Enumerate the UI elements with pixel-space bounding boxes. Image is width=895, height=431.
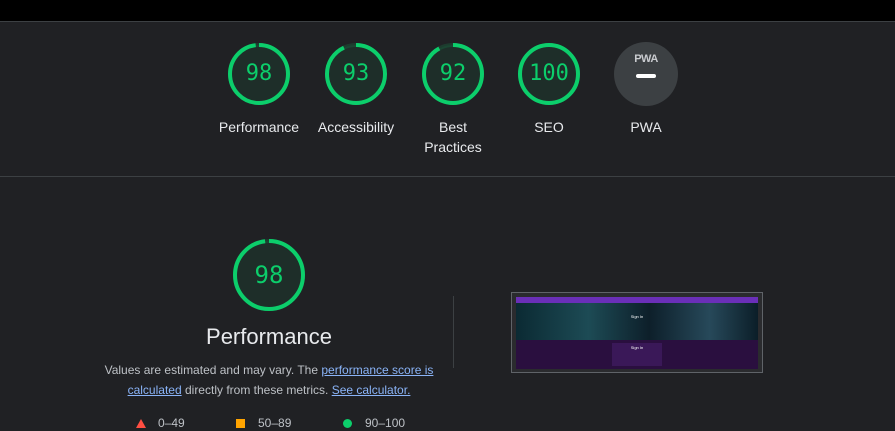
legend-label: 90–100	[365, 416, 406, 430]
score-legend: 0–49 50–89 90–100	[0, 416, 895, 431]
triangle-icon	[136, 419, 146, 428]
divider	[0, 176, 895, 177]
gauge-ring: 93	[324, 42, 388, 106]
gauge-accessibility[interactable]: 93 Accessibility	[306, 42, 406, 137]
gauge-pwa[interactable]: PWA PWA	[596, 42, 696, 137]
square-icon	[236, 419, 245, 428]
description-text: Values are estimated and may vary. The	[104, 363, 322, 377]
performance-gauge: 98	[232, 238, 306, 312]
gauge-label: Performance	[218, 119, 300, 135]
performance-score: 98	[254, 261, 284, 289]
screenshot-card-title: Sign In	[630, 345, 644, 350]
gauge-score: 100	[529, 61, 569, 86]
performance-title: Performance	[206, 324, 332, 349]
gauge-seo[interactable]: 100 SEO	[499, 42, 599, 137]
description-text: directly from these metrics.	[181, 383, 332, 397]
gauge-ring: 92	[421, 42, 485, 106]
gauge-best-practices[interactable]: 92 Best Practices	[403, 42, 503, 157]
gauge-label: Accessibility	[317, 119, 395, 135]
gauge-label: SEO	[534, 119, 564, 135]
pwa-badge-text: PWA	[634, 53, 658, 65]
dash-icon	[636, 74, 656, 78]
gauge-label: PWA	[630, 119, 662, 135]
screenshot-body: Sign In	[516, 340, 758, 369]
gauge-performance[interactable]: 98 Performance	[209, 42, 309, 137]
top-bar	[0, 0, 895, 21]
score-summary: 98 Performance 93 Accessibility 92 Best …	[0, 22, 895, 176]
final-screenshot[interactable]: Sign In Sign In	[511, 292, 763, 373]
gauge-label: Best Practices	[424, 119, 482, 155]
gauge-score: 92	[439, 61, 467, 86]
vertical-divider	[453, 296, 454, 368]
pwa-badge-icon: PWA	[614, 42, 678, 106]
screenshot-hero: Sign In	[516, 303, 758, 340]
circle-icon	[343, 419, 352, 428]
screenshot-card: Sign In	[612, 343, 662, 366]
gauge-score: 93	[342, 61, 370, 86]
gauge-ring: 100	[517, 42, 581, 106]
gauge-ring: 98	[227, 42, 291, 106]
screenshot-hero-title: Sign In	[630, 314, 644, 319]
legend-label: 50–89	[258, 416, 292, 430]
gauge-score: 98	[245, 61, 273, 86]
legend-label: 0–49	[158, 416, 185, 430]
performance-description: Values are estimated and may vary. The p…	[100, 360, 438, 400]
see-calculator-link[interactable]: See calculator.	[332, 383, 411, 397]
